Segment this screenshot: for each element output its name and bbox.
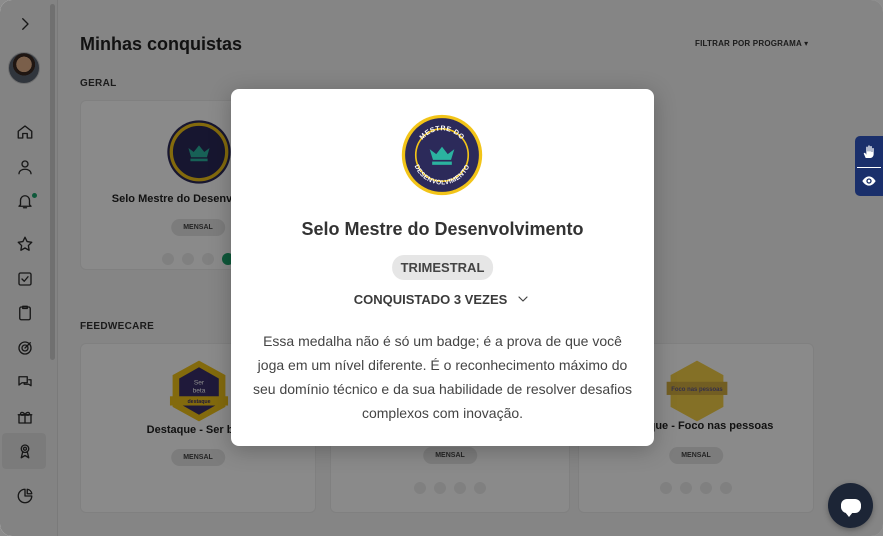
achievement-modal: MESTRE DO DESENVOLVIMENTO Selo Mestre do… bbox=[231, 89, 654, 446]
achievement-count-toggle[interactable]: CONQUISTADO 3 VEZES bbox=[231, 291, 654, 307]
chat-bubble-icon bbox=[840, 498, 861, 517]
visibility-button[interactable] bbox=[857, 167, 881, 194]
chevron-down-icon bbox=[518, 296, 528, 302]
accessibility-widget bbox=[855, 136, 883, 196]
sign-language-icon bbox=[863, 144, 874, 158]
modal-description: Essa medalha não é só um badge; é a prov… bbox=[252, 333, 633, 421]
sign-language-button[interactable] bbox=[857, 138, 881, 165]
mestre-medal-icon: MESTRE DO DESENVOLVIMENTO bbox=[401, 114, 483, 196]
achievement-count-label: CONQUISTADO 3 VEZES bbox=[353, 291, 508, 307]
chat-launcher-button[interactable] bbox=[828, 483, 873, 528]
modal-title: Selo Mestre do Desenvolvimento bbox=[301, 219, 584, 239]
eye-icon bbox=[862, 176, 876, 186]
frequency-pill: TRIMESTRAL bbox=[391, 255, 494, 280]
